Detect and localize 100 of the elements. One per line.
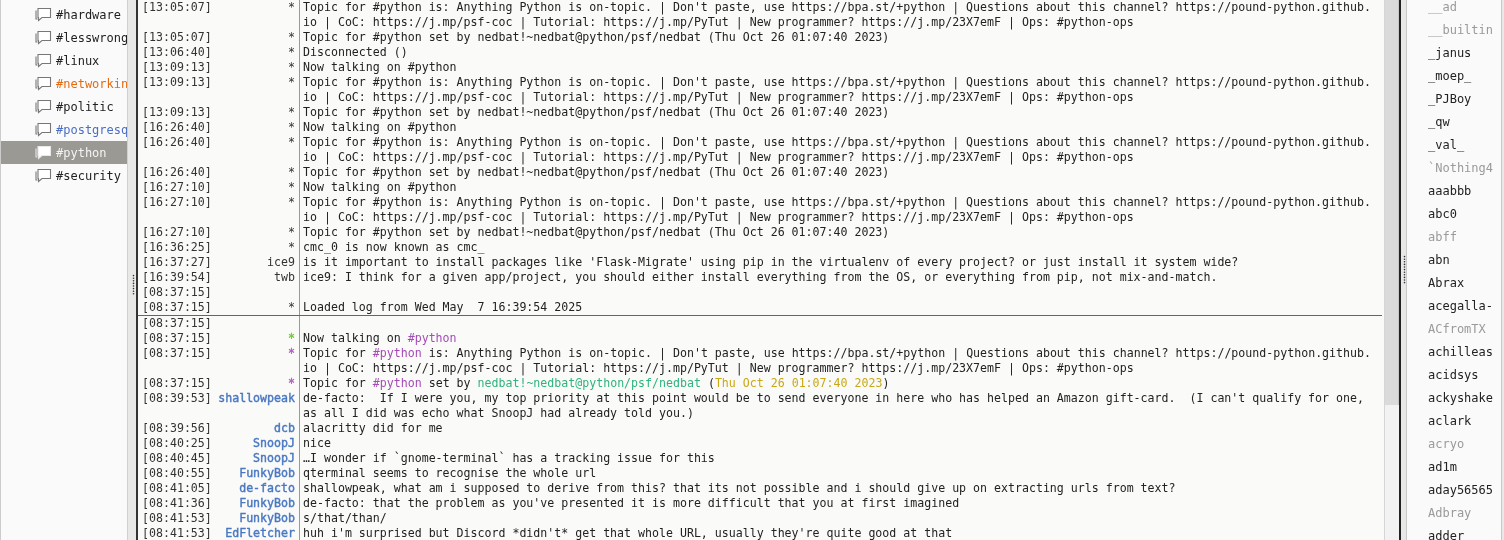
user-item[interactable]: aclark [1428,410,1501,433]
message-text: alacritty did for me [303,421,443,435]
timestamp: [13:09:13] [142,60,212,75]
nick-label: ice9 [267,255,295,270]
user-item[interactable]: acidsys [1428,364,1501,387]
nick-label: * [288,60,295,75]
timestamp: [08:37:15] [142,285,212,300]
timestamp: [08:40:25] [142,436,212,451]
user-item[interactable]: adder [1428,525,1501,540]
nick-label: * [288,225,295,240]
message-text: ice9: I think for a given app/project, you should either install everything from the OS, or everything from pip, not mix-and-match. [303,270,1218,284]
channel-item[interactable]: #security [1,164,127,187]
nick-label: * [288,346,295,362]
timestamp: [16:37:27] [142,255,212,270]
message-text: Topic for #python set by nedbat!~nedbat@python/psf/nedbat (Thu Oct 26 01:07:40 2023) [303,105,890,119]
scrollbar[interactable] [1384,0,1399,540]
user-item[interactable]: aaabbb [1428,180,1501,203]
chat-bubble-icon [35,168,52,183]
user-item[interactable]: _qw [1428,111,1501,134]
nick-label: * [288,75,295,91]
nick-label: * [288,45,295,60]
message-text: nice [303,436,331,450]
timestamp: [08:37:15] [142,300,212,315]
chat-bubble-icon [35,99,52,114]
timestamp: [08:41:36] [142,496,212,511]
message-text: de-facto: If I were you, my top priority at this point would be to send everyone in here who has helped an Amazon gift-card. (I can't qualify for one, as all I did was echo what SnoopJ had already told you.) [303,391,1365,420]
timestamp: [13:09:13] [142,75,212,91]
nick-label: * [288,376,295,391]
user-item[interactable]: ad1m [1428,456,1501,479]
chat-bubble-icon [35,7,52,22]
timestamp: [08:37:15] [142,376,212,391]
pane-grip-icon[interactable] [1403,255,1406,285]
nick-label: EdFletcher [225,526,295,540]
nick-label: * [288,30,295,45]
message-text: Topic for #python is: Anything Python is on-topic. | Don't paste, use https://bpa.st/+python | Questions about this channel? https://pound-python.github.io | CoC: https://j.mp/psf-coc | Tutorial: https://j.mp/PyTut | New programmer? https://j.mp/23X7emF | Ops: #python-ops [303,0,1371,29]
timestamp: [13:09:13] [142,105,212,120]
timestamp: [16:27:10] [142,180,212,195]
scrollbar-thumb[interactable] [1385,0,1399,405]
message-text: Now talking on #python [303,120,457,134]
message-text: Now talking on #python [303,331,457,345]
nick-label: de-facto [239,481,295,496]
nick-label: * [288,195,295,211]
user-item[interactable]: abc0 [1428,203,1501,226]
nick-label: dcb [274,421,295,436]
chat-bubble-icon [35,145,52,160]
user-item[interactable]: acegalla- [1428,295,1501,318]
message-text: Loaded log from Wed May 7 16:39:54 2025 [303,300,583,314]
nick-label: * [288,120,295,135]
timestamp: [13:06:40] [142,45,212,60]
nick-label: shallowpeak [218,391,295,407]
nick-label: FunkyBob [239,511,295,526]
user-item[interactable]: _moep_ [1428,65,1501,88]
timestamp: [08:41:05] [142,481,212,496]
channel-item[interactable]: #postgresq [1,118,127,141]
nick-label: * [288,105,295,120]
nick-label: twb [274,270,295,285]
message-text: Topic for #python is: Anything Python is on-topic. | Don't paste, use https://bpa.st/+python | Questions about this channel? https://pound-python.github.io | CoC: https://j.mp/psf-coc | Tutorial: https://j.mp/PyTut | New programmer? https://j.mp/23X7emF | Ops: #python-ops [303,75,1371,104]
channel-item[interactable]: #linux [1,49,127,72]
timestamp: [16:36:25] [142,240,212,255]
message-text: s/that/than/ [303,511,387,525]
channel-item[interactable]: #hardware [1,3,127,26]
nick-label: SnoopJ [253,451,295,466]
message-text: cmc_0 is now known as cmc_ [303,240,485,254]
message-text: Topic for #python is: Anything Python is on-topic. | Don't paste, use https://bpa.st/+python | Questions about this channel? https://pound-python.github.io | CoC: https://j.mp/psf-coc | Tutorial: https://j.mp/PyTut | New programmer? https://j.mp/23X7emF | Ops: #python-ops [303,135,1371,164]
message-text: Disconnected () [303,45,408,59]
timestamp: [08:41:53] [142,511,212,526]
timestamp: [08:37:15] [142,331,212,346]
timestamp: [08:37:15] [142,316,212,331]
chat-bubble-icon [35,30,52,45]
user-item[interactable]: ackyshake [1428,387,1501,410]
nick-label: * [288,240,295,255]
channel-item[interactable]: #politic [1,95,127,118]
pane-grip-icon[interactable] [132,274,135,296]
nick-label: * [288,331,295,346]
timestamp: [16:26:40] [142,165,212,180]
user-item[interactable]: abn [1428,249,1501,272]
message-text: huh i'm surprised but Discord *didn't* get that whole URL, usually they're quite good at that [303,526,953,540]
timestamp: [13:05:07] [142,0,212,16]
message-text: Now talking on #python [303,180,457,194]
timestamp: [08:41:53] [142,526,212,540]
message-text: qterminal seems to recognise the whole url [303,466,597,480]
message-text: Topic for #python set by nedbat!~nedbat@python/psf/nedbat (Thu Oct 26 01:07:40 2023) [303,376,890,390]
user-item[interactable]: _val_ [1428,134,1501,157]
nick-label: * [288,135,295,151]
message-text: Now talking on #python [303,60,457,74]
user-item[interactable]: _janus [1428,42,1501,65]
timestamp: [08:39:53] [142,391,212,407]
nick-label: * [288,165,295,180]
user-item[interactable]: aday56565 [1428,479,1501,502]
user-item[interactable]: achilleas [1428,341,1501,364]
message-text: Topic for #python is: Anything Python is on-topic. | Don't paste, use https://bpa.st/+python | Questions about this channel? https://pound-python.github.io | CoC: https://j.mp/psf-coc | Tutorial: https://j.mp/PyTut | New programmer? https://j.mp/23X7emF | Ops: #python-ops [303,195,1371,224]
chat-bubble-icon [35,76,52,91]
timestamp: [16:26:40] [142,120,212,135]
nick-label: SnoopJ [253,436,295,451]
channel-item[interactable]: #lesswrong [1,26,127,49]
nick-label: FunkyBob [239,466,295,481]
user-item[interactable]: Abrax [1428,272,1501,295]
user-item[interactable]: _PJBoy [1428,88,1501,111]
message-text: is it important to install packages like 'Flask-Migrate' using pip in the virtualenv of every project? or just install it system wide? [303,255,1239,269]
timestamp: [16:27:10] [142,195,212,211]
